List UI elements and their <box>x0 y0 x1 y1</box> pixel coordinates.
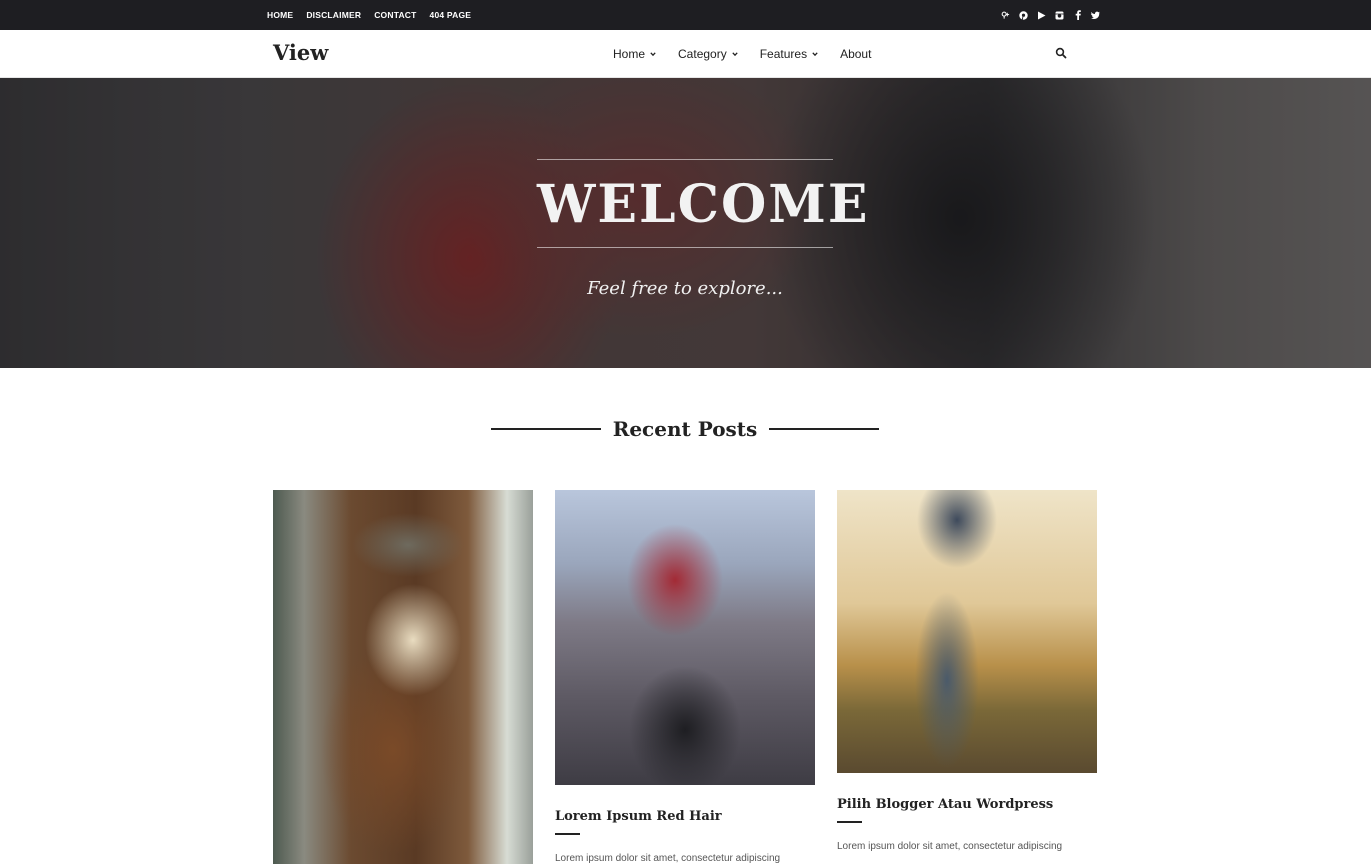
top-links: HOME DISCLAIMER CONTACT 404 PAGE <box>267 0 471 30</box>
top-link-home[interactable]: HOME <box>267 10 293 20</box>
twitter-icon[interactable] <box>1091 10 1100 20</box>
site-logo[interactable]: View <box>273 40 328 65</box>
top-link-404-page[interactable]: 404 PAGE <box>430 10 472 20</box>
post-excerpt-3: Lorem ipsum dolor sit amet, consectetur … <box>837 841 1063 852</box>
nav-label-category: Category <box>678 47 727 61</box>
pinterest-icon[interactable] <box>1019 10 1028 20</box>
top-link-contact[interactable]: CONTACT <box>374 10 416 20</box>
nav-item-home[interactable]: Home <box>613 47 656 61</box>
search-icon[interactable] <box>1055 47 1067 59</box>
google-plus-icon[interactable] <box>1001 10 1010 20</box>
facebook-icon[interactable] <box>1073 10 1082 20</box>
post-thumbnail-2[interactable] <box>555 490 815 785</box>
top-bar: HOME DISCLAIMER CONTACT 404 PAGE <box>0 0 1371 30</box>
nav-item-about[interactable]: About <box>840 47 871 61</box>
chevron-down-icon <box>812 52 818 57</box>
post-title-3[interactable]: Pilih Blogger Atau Wordpress <box>837 797 1053 812</box>
social-icons <box>1001 0 1100 30</box>
nav-label-about: About <box>840 47 872 61</box>
hero-banner: WELCOME Feel free to explore... <box>0 78 1371 368</box>
post-thumbnail-1[interactable] <box>273 490 533 864</box>
chevron-down-icon <box>732 52 738 57</box>
post-title-2[interactable]: Lorem Ipsum Red Hair <box>555 809 722 824</box>
heading-rule-left <box>491 428 601 430</box>
hero-subtitle: Feel free to explore... <box>587 278 783 299</box>
hero-title: WELCOME <box>537 174 870 235</box>
recent-posts-title: Recent Posts <box>612 417 758 441</box>
nav-item-category[interactable]: Category <box>678 47 738 61</box>
nav-label-home: Home <box>613 47 646 61</box>
nav-label-features: Features <box>759 47 808 61</box>
youtube-icon[interactable] <box>1037 10 1046 20</box>
top-link-disclaimer[interactable]: DISCLAIMER <box>306 10 361 20</box>
main-nav: Home Category Features About <box>613 30 893 78</box>
hero-bottom-divider <box>537 247 833 248</box>
post-title-rule-2 <box>555 833 580 835</box>
nav-item-features[interactable]: Features <box>760 47 818 61</box>
post-title-rule-3 <box>837 821 862 823</box>
chevron-down-icon <box>650 52 656 57</box>
post-thumbnail-3[interactable] <box>837 490 1097 773</box>
heading-rule-right <box>769 428 879 430</box>
hero-top-divider <box>537 159 833 160</box>
main-header: View Home Category Features About <box>0 30 1371 78</box>
recent-posts-heading: Recent Posts <box>491 415 879 443</box>
instagram-icon[interactable] <box>1055 10 1064 20</box>
post-excerpt-2: Lorem ipsum dolor sit amet, consectetur … <box>555 853 781 864</box>
